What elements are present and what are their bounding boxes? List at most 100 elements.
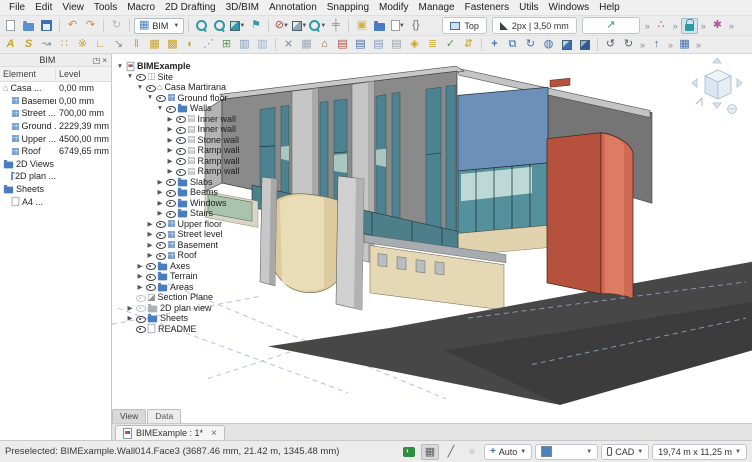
preflight-checks-button[interactable]: ✓: [442, 37, 459, 53]
zoom-all-button[interactable]: [211, 18, 228, 34]
fit-all-button[interactable]: ▼: [229, 18, 246, 34]
tree-item[interactable]: ▶Slabs: [116, 177, 286, 188]
toolbar-overflow-chevron[interactable]: »: [694, 40, 703, 50]
working-plane-top-button[interactable]: Top: [442, 17, 487, 34]
bim-setup-button[interactable]: ▣: [353, 18, 370, 34]
panel-tool-button[interactable]: ⊞: [218, 37, 235, 53]
expander-icon[interactable]: ▶: [166, 157, 174, 165]
hatch-sphere-button[interactable]: ◐: [182, 37, 199, 53]
trail-arrow-button[interactable]: ↗: [582, 17, 640, 34]
menu-windows[interactable]: Windows: [544, 1, 595, 14]
menu-utils[interactable]: Utils: [514, 1, 543, 14]
tree-item[interactable]: README: [116, 324, 286, 335]
bim-project-button[interactable]: ⌂: [316, 37, 333, 53]
expander-icon[interactable]: ▶: [166, 146, 174, 154]
expander-icon[interactable]: ▶: [136, 272, 144, 280]
layers-manager-button[interactable]: ≣: [424, 37, 441, 53]
expander-icon[interactable]: ▼: [116, 63, 124, 70]
tree-item[interactable]: ▶▦Roof: [116, 250, 286, 261]
undo-button[interactable]: ↶: [64, 18, 81, 34]
expander-icon[interactable]: ▶: [166, 167, 174, 175]
menu-modify[interactable]: Modify: [374, 1, 413, 14]
up-hierarchy-button[interactable]: ↑: [648, 37, 665, 53]
tree-item[interactable]: ▶2D plan view: [116, 303, 286, 314]
menu-2d-drafting[interactable]: 2D Drafting: [160, 1, 221, 14]
line-width-style-button[interactable]: 2px | 3,50 mm: [492, 17, 577, 34]
box-tool-button[interactable]: [558, 37, 575, 53]
stairs-tool-button[interactable]: ⋰: [200, 37, 217, 53]
file-open-button[interactable]: [20, 18, 37, 34]
report-view-button[interactable]: [400, 444, 418, 460]
expander-icon[interactable]: ▼: [156, 105, 164, 112]
copy-tool-button[interactable]: ⧉: [504, 37, 521, 53]
toolbar-overflow-chevron[interactable]: »: [671, 21, 680, 31]
tree-item[interactable]: ▶Axes: [116, 261, 286, 272]
measure-button[interactable]: ╪: [327, 18, 344, 34]
navigation-style-selector[interactable]: CAD ▼: [601, 444, 649, 460]
grid-toggle-button[interactable]: ▦: [421, 444, 439, 460]
menu-edit[interactable]: Edit: [30, 1, 57, 14]
tree-item[interactable]: ◪Section Plane: [116, 292, 286, 303]
close-document-icon[interactable]: ×: [211, 428, 217, 439]
ifc-document-blue-button[interactable]: ▤: [352, 37, 369, 53]
working-plane-selector[interactable]: + Auto ▼: [484, 444, 532, 460]
line-color-selector[interactable]: ▼: [535, 444, 598, 460]
draw-style-button[interactable]: ╱: [442, 444, 460, 460]
tree-item[interactable]: ▶Sheets: [116, 313, 286, 324]
clipping-plane-button[interactable]: ⊘▼: [273, 18, 290, 34]
panel-row[interactable]: ▦Ground ...2229,39 mm: [0, 120, 111, 133]
tree-item[interactable]: ▶▤Ramp wall: [116, 166, 286, 177]
bim-utils-wrench-button[interactable]: ⨯: [280, 37, 297, 53]
tree-item[interactable]: ▶Beams: [116, 187, 286, 198]
expander-icon[interactable]: ▶: [146, 220, 154, 228]
ortho-array-button[interactable]: ▦: [146, 37, 163, 53]
tree-item[interactable]: ▶▦Upper floor: [116, 219, 286, 230]
menu-3d-bim[interactable]: 3D/BIM: [221, 1, 264, 14]
shapestring-button[interactable]: S: [20, 37, 37, 53]
polyline-button[interactable]: ∟: [92, 37, 109, 53]
file-save-button[interactable]: [38, 18, 55, 34]
expander-icon[interactable]: ▶: [146, 241, 154, 249]
panel-row[interactable]: Sheets: [0, 183, 111, 196]
panel-row[interactable]: ▦Upper ...4500,00 mm: [0, 132, 111, 145]
polar-array-button[interactable]: ▩: [164, 37, 181, 53]
edit-nodes-button[interactable]: ※: [74, 37, 91, 53]
image-frame-button[interactable]: ▥: [254, 37, 271, 53]
tab-data[interactable]: Data: [147, 409, 181, 423]
tree-item[interactable]: ▶Windows: [116, 198, 286, 209]
zoom-tools-button[interactable]: ▼: [309, 18, 326, 34]
toolbar-overflow-chevron[interactable]: »: [727, 21, 736, 31]
redo-button[interactable]: ↷: [82, 18, 99, 34]
dimension-pins-button[interactable]: ‖: [128, 37, 145, 53]
panel-row[interactable]: 2D plan ...: [0, 170, 111, 183]
tree-item[interactable]: ▶▤Ramp wall: [116, 156, 286, 167]
move-tool-button[interactable]: +: [486, 37, 503, 53]
expander-icon[interactable]: ▶: [146, 251, 154, 259]
ifc-document-button[interactable]: ▤: [370, 37, 387, 53]
expander-icon[interactable]: ▶: [166, 136, 174, 144]
view-turn-right-button[interactable]: ↻: [620, 37, 637, 53]
panel-row[interactable]: ⌂Casa ...0,00 mm: [0, 82, 111, 95]
tree-item[interactable]: ▼BIMExample: [116, 61, 286, 72]
rotate-tool-button[interactable]: ↻: [522, 37, 539, 53]
toolbar-overflow-chevron[interactable]: »: [643, 21, 652, 31]
view-size-indicator[interactable]: 19,74 m x 11,25 m ▼: [652, 444, 747, 460]
axonometric-view-button[interactable]: ▼: [291, 18, 308, 34]
menu-manage[interactable]: Manage: [413, 1, 459, 14]
menu-snapping[interactable]: Snapping: [322, 1, 374, 14]
panel-float-icon[interactable]: ◳: [92, 56, 102, 65]
menu-help[interactable]: Help: [594, 1, 625, 14]
expander-icon[interactable]: ▶: [126, 314, 134, 322]
snap-toggle-button[interactable]: ∗: [463, 444, 481, 460]
image-plane-button[interactable]: ▥: [236, 37, 253, 53]
addon-web-button[interactable]: ✱: [709, 18, 726, 34]
panel-row[interactable]: 2D Views: [0, 158, 111, 171]
tree-item[interactable]: ▼◫Site: [116, 72, 286, 83]
code-editor-button[interactable]: {}: [407, 18, 424, 34]
tree-item[interactable]: ▶▦Street level: [116, 229, 286, 240]
expander-icon[interactable]: ▶: [156, 199, 164, 207]
expander-icon[interactable]: ▼: [126, 73, 134, 80]
column-header-level[interactable]: Level: [56, 69, 111, 79]
tree-item[interactable]: ▼Walls: [116, 103, 286, 114]
3d-viewport[interactable]: ▼BIMExample▼◫Site▼⌂Casa Martirana▼▦Groun…: [112, 54, 752, 423]
